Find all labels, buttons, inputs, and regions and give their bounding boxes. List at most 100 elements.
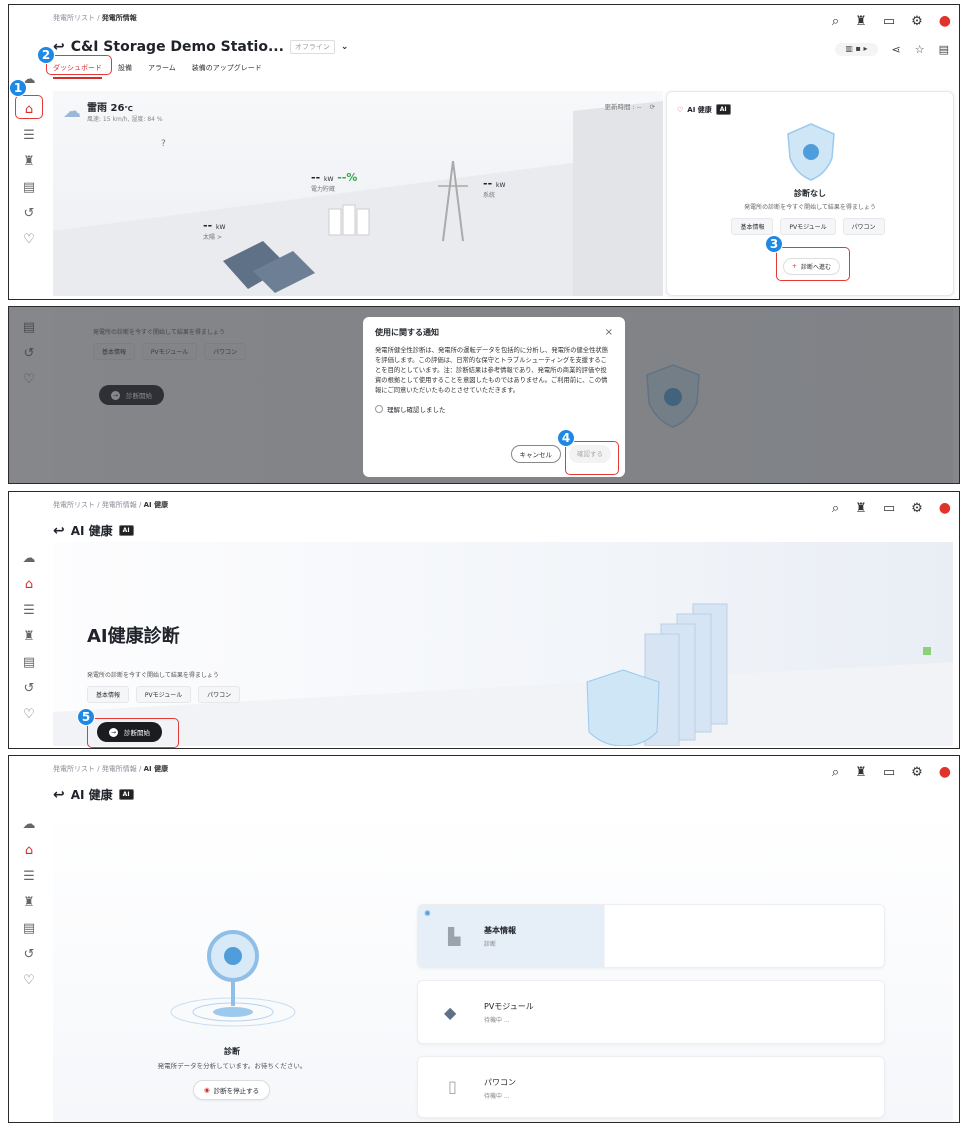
settings-icon[interactable]: ⚙ <box>911 14 923 29</box>
tower-icon[interactable]: ♜ <box>21 628 37 644</box>
diag-item-state: 待機中 ... <box>484 1093 510 1100</box>
home-icon[interactable]: ⌂ <box>21 576 37 592</box>
dialog-body: 発電所健全性診断は、発電所の運転データを包括的に分析し、発電所の健全性状態を評価… <box>375 347 608 395</box>
tab-devices[interactable]: 設備 <box>118 63 132 79</box>
stop-icon: ◉ <box>204 1086 210 1094</box>
message-icon[interactable]: ▭ <box>883 765 895 780</box>
star-icon[interactable]: ☆ <box>915 43 925 56</box>
refresh-icon[interactable]: ⟳ <box>650 103 655 111</box>
solar-value: -- <box>203 219 213 232</box>
top-toolbar: ⌕ ♜ ▭ ⚙ ● <box>832 13 951 29</box>
storage-unit: kW <box>323 176 334 183</box>
report-icon[interactable]: ▤ <box>21 179 37 195</box>
report-icon[interactable]: ▤ <box>21 654 37 670</box>
callout-2: 2 <box>37 46 55 64</box>
chevron-down-icon[interactable]: ⌄ <box>341 42 349 52</box>
tower-icon[interactable]: ♜ <box>855 501 867 516</box>
breadcrumb-station-list[interactable]: 発電所リスト <box>53 501 95 509</box>
cloud-icon[interactable]: ☁ <box>21 550 37 566</box>
tower-icon[interactable]: ♜ <box>855 765 867 780</box>
highlight-confirm <box>565 441 619 475</box>
station-title-row: ↩ C&I Storage Demo Statio... オフライン ⌄ <box>53 39 348 55</box>
shield-icon <box>787 123 835 181</box>
tower-icon[interactable]: ♜ <box>855 14 867 29</box>
health-icon[interactable]: ♡ <box>21 706 37 722</box>
back-icon[interactable]: ↩ <box>53 787 65 803</box>
avatar[interactable]: ● <box>939 500 951 516</box>
station-actions: ▥ ▪ ▸ ⋖ ☆ ▤ <box>835 43 949 56</box>
layout-toggle[interactable]: ▥ ▪ ▸ <box>835 43 878 56</box>
cancel-button[interactable]: キャンセル <box>510 445 561 463</box>
breadcrumb-station-info[interactable]: 発電所情報 <box>102 501 137 509</box>
hero-chips: 基本情報 PVモジュール パワコン <box>87 686 244 703</box>
storage-value: -- <box>311 171 321 184</box>
history-icon[interactable]: ↺ <box>21 680 37 696</box>
search-icon[interactable]: ⌕ <box>832 765 839 780</box>
menu-icon[interactable]: ▤ <box>939 43 949 56</box>
breadcrumb: 発電所リスト / 発電所情報 / AI 健康 <box>53 501 169 509</box>
solar-label: 太陽 > <box>203 234 222 241</box>
weather-widget: ☁ 雷雨 26℃ 風速: 15 km/h, 湿度: 84 % <box>63 99 163 124</box>
diag-item-name: PVモジュール <box>484 1002 534 1011</box>
device-icon[interactable]: ☰ <box>21 868 37 884</box>
search-icon[interactable]: ⌕ <box>832 14 839 29</box>
device-icon[interactable]: ☰ <box>21 602 37 618</box>
callout-3: 3 <box>765 235 783 253</box>
highlight-dashboard-tab <box>46 55 112 75</box>
home-icon[interactable]: ⌂ <box>21 842 37 858</box>
avatar[interactable]: ● <box>939 764 951 780</box>
message-icon[interactable]: ▭ <box>883 14 895 29</box>
help-icon[interactable]: ? <box>161 139 166 149</box>
tower-icon[interactable]: ♜ <box>21 894 37 910</box>
cloud-icon[interactable]: ☁ <box>21 816 37 832</box>
storage-pct: --% <box>337 171 358 184</box>
breadcrumb-station-info[interactable]: 発電所情報 <box>102 765 137 773</box>
settings-icon[interactable]: ⚙ <box>911 765 923 780</box>
diag-item-state: 診断 <box>484 941 497 948</box>
spinner-icon: ✺ <box>424 909 431 918</box>
device-icon[interactable]: ☰ <box>21 127 37 143</box>
highlight-proceed <box>776 247 850 281</box>
health-icon[interactable]: ♡ <box>21 972 37 988</box>
back-icon[interactable]: ↩ <box>53 523 65 539</box>
ai-card-status: 診断なし <box>794 189 826 198</box>
page-title-row: ↩ AI 健康 AI <box>53 522 134 539</box>
grid-value: -- <box>483 177 493 190</box>
grid-unit: kW <box>495 182 506 189</box>
tower-icon[interactable]: ♜ <box>21 153 37 169</box>
building-icon: ▙ <box>448 927 461 946</box>
report-icon[interactable]: ▤ <box>21 920 37 936</box>
chip-pv-module: PVモジュール <box>780 218 836 235</box>
acknowledge-checkbox[interactable]: 理解し確認しました <box>375 404 613 414</box>
tab-upgrade[interactable]: 装備のアップグレード <box>192 63 262 79</box>
thunderstorm-icon: ☁ <box>63 100 81 122</box>
diag-item-inverter: ▯ パワコン 待機中 ... <box>417 1056 885 1118</box>
message-icon[interactable]: ▭ <box>883 501 895 516</box>
close-icon[interactable]: × <box>605 327 613 338</box>
tab-alarms[interactable]: アラーム <box>148 63 176 79</box>
breadcrumb-ai-health: AI 健康 <box>143 501 169 509</box>
chip-pv-module: PVモジュール <box>135 686 192 703</box>
solar-readout[interactable]: -- kW 太陽 > <box>203 219 225 241</box>
checkbox-circle[interactable] <box>375 405 383 414</box>
breadcrumb-ai-health: AI 健康 <box>143 765 169 773</box>
progress-subtitle: 発電所データを分析しています。お待ちください。 <box>157 1062 307 1070</box>
search-icon[interactable]: ⌕ <box>832 501 839 516</box>
health-icon[interactable]: ♡ <box>21 231 37 247</box>
breadcrumb-station-list[interactable]: 発電所リスト <box>53 765 95 773</box>
settings-icon[interactable]: ⚙ <box>911 501 923 516</box>
magnifier-illustration <box>170 930 296 1027</box>
stop-diagnosis-button[interactable]: ◉ 診断を停止する <box>193 1080 271 1100</box>
highlight-start <box>87 718 179 748</box>
history-icon[interactable]: ↺ <box>21 946 37 962</box>
solar-unit: kW <box>215 224 226 231</box>
weather-detail: 風速: 15 km/h, 湿度: 84 % <box>87 116 163 123</box>
hero-desc: 発電所の診断を今すぐ開始して結果を得ましょう <box>87 672 219 679</box>
share-icon[interactable]: ⋖ <box>892 43 901 56</box>
avatar[interactable]: ● <box>939 13 951 29</box>
page-title-row: ↩ AI 健康 AI <box>53 786 134 803</box>
hero-illustration <box>53 603 953 746</box>
top-toolbar: ⌕ ♜ ▭ ⚙ ● <box>832 500 951 516</box>
history-icon[interactable]: ↺ <box>21 205 37 221</box>
breadcrumb-station-list[interactable]: 発電所リスト <box>53 14 95 22</box>
